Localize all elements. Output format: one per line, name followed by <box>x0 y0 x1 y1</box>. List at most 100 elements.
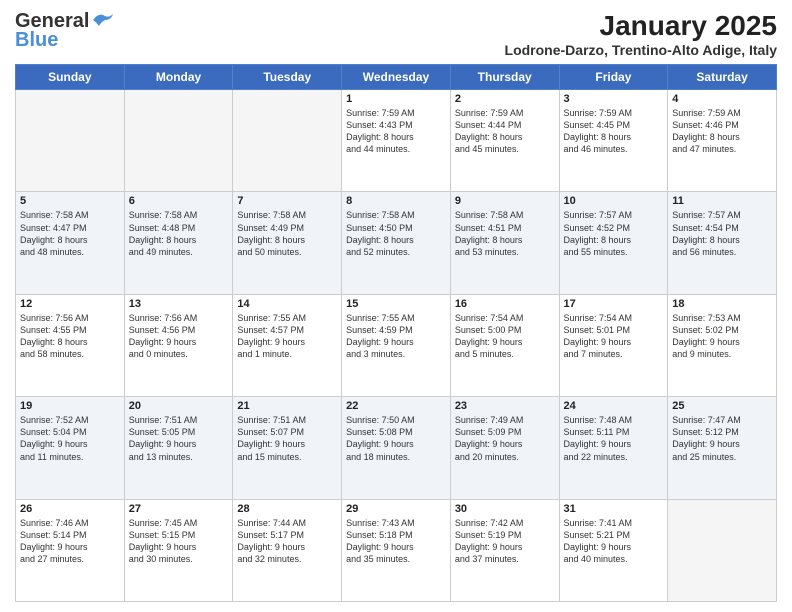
day-number: 18 <box>672 298 772 310</box>
day-number: 5 <box>20 195 120 207</box>
day-number: 19 <box>20 400 120 412</box>
cell-info: Sunrise: 7:59 AM Sunset: 4:44 PM Dayligh… <box>455 107 555 156</box>
calendar-cell <box>233 90 342 192</box>
calendar-cell: 17 Sunrise: 7:54 AM Sunset: 5:01 PM Dayli… <box>559 294 668 396</box>
calendar-cell <box>668 499 777 601</box>
cell-info: Sunrise: 7:58 AM Sunset: 4:49 PM Dayligh… <box>237 209 337 258</box>
day-header-friday: Friday <box>559 65 668 90</box>
day-header-sunday: Sunday <box>16 65 125 90</box>
calendar-week-row: 26 Sunrise: 7:46 AM Sunset: 5:14 PM Dayli… <box>16 499 777 601</box>
cell-info: Sunrise: 7:54 AM Sunset: 5:00 PM Dayligh… <box>455 312 555 361</box>
day-number: 15 <box>346 298 446 310</box>
cell-info: Sunrise: 7:51 AM Sunset: 5:07 PM Dayligh… <box>237 414 337 463</box>
day-number: 24 <box>564 400 664 412</box>
cell-info: Sunrise: 7:53 AM Sunset: 5:02 PM Dayligh… <box>672 312 772 361</box>
calendar-table: SundayMondayTuesdayWednesdayThursdayFrid… <box>15 64 777 602</box>
day-number: 7 <box>237 195 337 207</box>
calendar-cell <box>16 90 125 192</box>
calendar-cell: 21 Sunrise: 7:51 AM Sunset: 5:07 PM Dayli… <box>233 397 342 499</box>
day-header-tuesday: Tuesday <box>233 65 342 90</box>
calendar-cell: 26 Sunrise: 7:46 AM Sunset: 5:14 PM Dayli… <box>16 499 125 601</box>
calendar-cell: 18 Sunrise: 7:53 AM Sunset: 5:02 PM Dayli… <box>668 294 777 396</box>
day-number: 20 <box>129 400 229 412</box>
cell-info: Sunrise: 7:44 AM Sunset: 5:17 PM Dayligh… <box>237 517 337 566</box>
day-number: 29 <box>346 503 446 515</box>
calendar-cell: 22Sunrise: 7:50 AM Sunset: 5:08 PM Dayli… <box>342 397 451 499</box>
cell-info: Sunrise: 7:59 AM Sunset: 4:45 PM Dayligh… <box>564 107 664 156</box>
month-title: January 2025 <box>505 10 777 42</box>
calendar-cell: 8Sunrise: 7:58 AM Sunset: 4:50 PM Daylig… <box>342 192 451 294</box>
title-area: January 2025 Lodrone-Darzo, Trentino-Alt… <box>505 10 777 58</box>
day-number: 4 <box>672 93 772 105</box>
cell-info: Sunrise: 7:51 AM Sunset: 5:05 PM Dayligh… <box>129 414 229 463</box>
calendar-cell: 16Sunrise: 7:54 AM Sunset: 5:00 PM Dayli… <box>450 294 559 396</box>
cell-info: Sunrise: 7:59 AM Sunset: 4:43 PM Dayligh… <box>346 107 446 156</box>
logo-blue: Blue <box>15 29 58 52</box>
day-number: 30 <box>455 503 555 515</box>
page: General Blue January 2025 Lodrone-Darzo,… <box>0 0 792 612</box>
day-number: 17 <box>564 298 664 310</box>
cell-info: Sunrise: 7:49 AM Sunset: 5:09 PM Dayligh… <box>455 414 555 463</box>
day-number: 6 <box>129 195 229 207</box>
logo: General Blue <box>15 10 113 52</box>
cell-info: Sunrise: 7:55 AM Sunset: 4:57 PM Dayligh… <box>237 312 337 361</box>
cell-info: Sunrise: 7:52 AM Sunset: 5:04 PM Dayligh… <box>20 414 120 463</box>
cell-info: Sunrise: 7:58 AM Sunset: 4:47 PM Dayligh… <box>20 209 120 258</box>
calendar-cell: 31Sunrise: 7:41 AM Sunset: 5:21 PM Dayli… <box>559 499 668 601</box>
calendar-cell: 4 Sunrise: 7:59 AM Sunset: 4:46 PM Daylig… <box>668 90 777 192</box>
day-number: 9 <box>455 195 555 207</box>
calendar-cell: 20 Sunrise: 7:51 AM Sunset: 5:05 PM Dayli… <box>124 397 233 499</box>
cell-info: Sunrise: 7:46 AM Sunset: 5:14 PM Dayligh… <box>20 517 120 566</box>
day-header-saturday: Saturday <box>668 65 777 90</box>
calendar-cell: 1Sunrise: 7:59 AM Sunset: 4:43 PM Daylig… <box>342 90 451 192</box>
day-number: 11 <box>672 195 772 207</box>
calendar-cell: 7 Sunrise: 7:58 AM Sunset: 4:49 PM Daylig… <box>233 192 342 294</box>
day-number: 26 <box>20 503 120 515</box>
calendar-week-row: 1Sunrise: 7:59 AM Sunset: 4:43 PM Daylig… <box>16 90 777 192</box>
calendar-week-row: 12Sunrise: 7:56 AM Sunset: 4:55 PM Dayli… <box>16 294 777 396</box>
cell-info: Sunrise: 7:57 AM Sunset: 4:54 PM Dayligh… <box>672 209 772 258</box>
cell-info: Sunrise: 7:42 AM Sunset: 5:19 PM Dayligh… <box>455 517 555 566</box>
calendar-cell: 13Sunrise: 7:56 AM Sunset: 4:56 PM Dayli… <box>124 294 233 396</box>
calendar-cell: 23 Sunrise: 7:49 AM Sunset: 5:09 PM Dayli… <box>450 397 559 499</box>
day-number: 3 <box>564 93 664 105</box>
calendar-header-row: SundayMondayTuesdayWednesdayThursdayFrid… <box>16 65 777 90</box>
calendar-cell: 5 Sunrise: 7:58 AM Sunset: 4:47 PM Daylig… <box>16 192 125 294</box>
calendar-cell: 11 Sunrise: 7:57 AM Sunset: 4:54 PM Dayli… <box>668 192 777 294</box>
calendar-week-row: 5 Sunrise: 7:58 AM Sunset: 4:47 PM Daylig… <box>16 192 777 294</box>
cell-info: Sunrise: 7:47 AM Sunset: 5:12 PM Dayligh… <box>672 414 772 463</box>
day-number: 21 <box>237 400 337 412</box>
calendar-cell <box>124 90 233 192</box>
cell-info: Sunrise: 7:56 AM Sunset: 4:55 PM Dayligh… <box>20 312 120 361</box>
day-number: 23 <box>455 400 555 412</box>
day-number: 10 <box>564 195 664 207</box>
calendar-cell: 14 Sunrise: 7:55 AM Sunset: 4:57 PM Dayli… <box>233 294 342 396</box>
cell-info: Sunrise: 7:45 AM Sunset: 5:15 PM Dayligh… <box>129 517 229 566</box>
calendar-cell: 19 Sunrise: 7:52 AM Sunset: 5:04 PM Dayli… <box>16 397 125 499</box>
calendar-cell: 24 Sunrise: 7:48 AM Sunset: 5:11 PM Dayli… <box>559 397 668 499</box>
cell-info: Sunrise: 7:56 AM Sunset: 4:56 PM Dayligh… <box>129 312 229 361</box>
calendar-cell: 29Sunrise: 7:43 AM Sunset: 5:18 PM Dayli… <box>342 499 451 601</box>
calendar-week-row: 19 Sunrise: 7:52 AM Sunset: 5:04 PM Dayli… <box>16 397 777 499</box>
day-number: 28 <box>237 503 337 515</box>
calendar-cell: 25Sunrise: 7:47 AM Sunset: 5:12 PM Dayli… <box>668 397 777 499</box>
cell-info: Sunrise: 7:54 AM Sunset: 5:01 PM Dayligh… <box>564 312 664 361</box>
day-number: 31 <box>564 503 664 515</box>
cell-info: Sunrise: 7:55 AM Sunset: 4:59 PM Dayligh… <box>346 312 446 361</box>
day-number: 14 <box>237 298 337 310</box>
cell-info: Sunrise: 7:59 AM Sunset: 4:46 PM Dayligh… <box>672 107 772 156</box>
day-number: 2 <box>455 93 555 105</box>
day-header-monday: Monday <box>124 65 233 90</box>
calendar-cell: 6Sunrise: 7:58 AM Sunset: 4:48 PM Daylig… <box>124 192 233 294</box>
calendar-cell: 30 Sunrise: 7:42 AM Sunset: 5:19 PM Dayli… <box>450 499 559 601</box>
calendar-cell: 28 Sunrise: 7:44 AM Sunset: 5:17 PM Dayli… <box>233 499 342 601</box>
day-number: 22 <box>346 400 446 412</box>
cell-info: Sunrise: 7:48 AM Sunset: 5:11 PM Dayligh… <box>564 414 664 463</box>
calendar-cell: 12Sunrise: 7:56 AM Sunset: 4:55 PM Dayli… <box>16 294 125 396</box>
day-number: 27 <box>129 503 229 515</box>
cell-info: Sunrise: 7:58 AM Sunset: 4:51 PM Dayligh… <box>455 209 555 258</box>
calendar-cell: 10Sunrise: 7:57 AM Sunset: 4:52 PM Dayli… <box>559 192 668 294</box>
calendar-cell: 3 Sunrise: 7:59 AM Sunset: 4:45 PM Daylig… <box>559 90 668 192</box>
day-header-thursday: Thursday <box>450 65 559 90</box>
calendar-cell: 2 Sunrise: 7:59 AM Sunset: 4:44 PM Daylig… <box>450 90 559 192</box>
